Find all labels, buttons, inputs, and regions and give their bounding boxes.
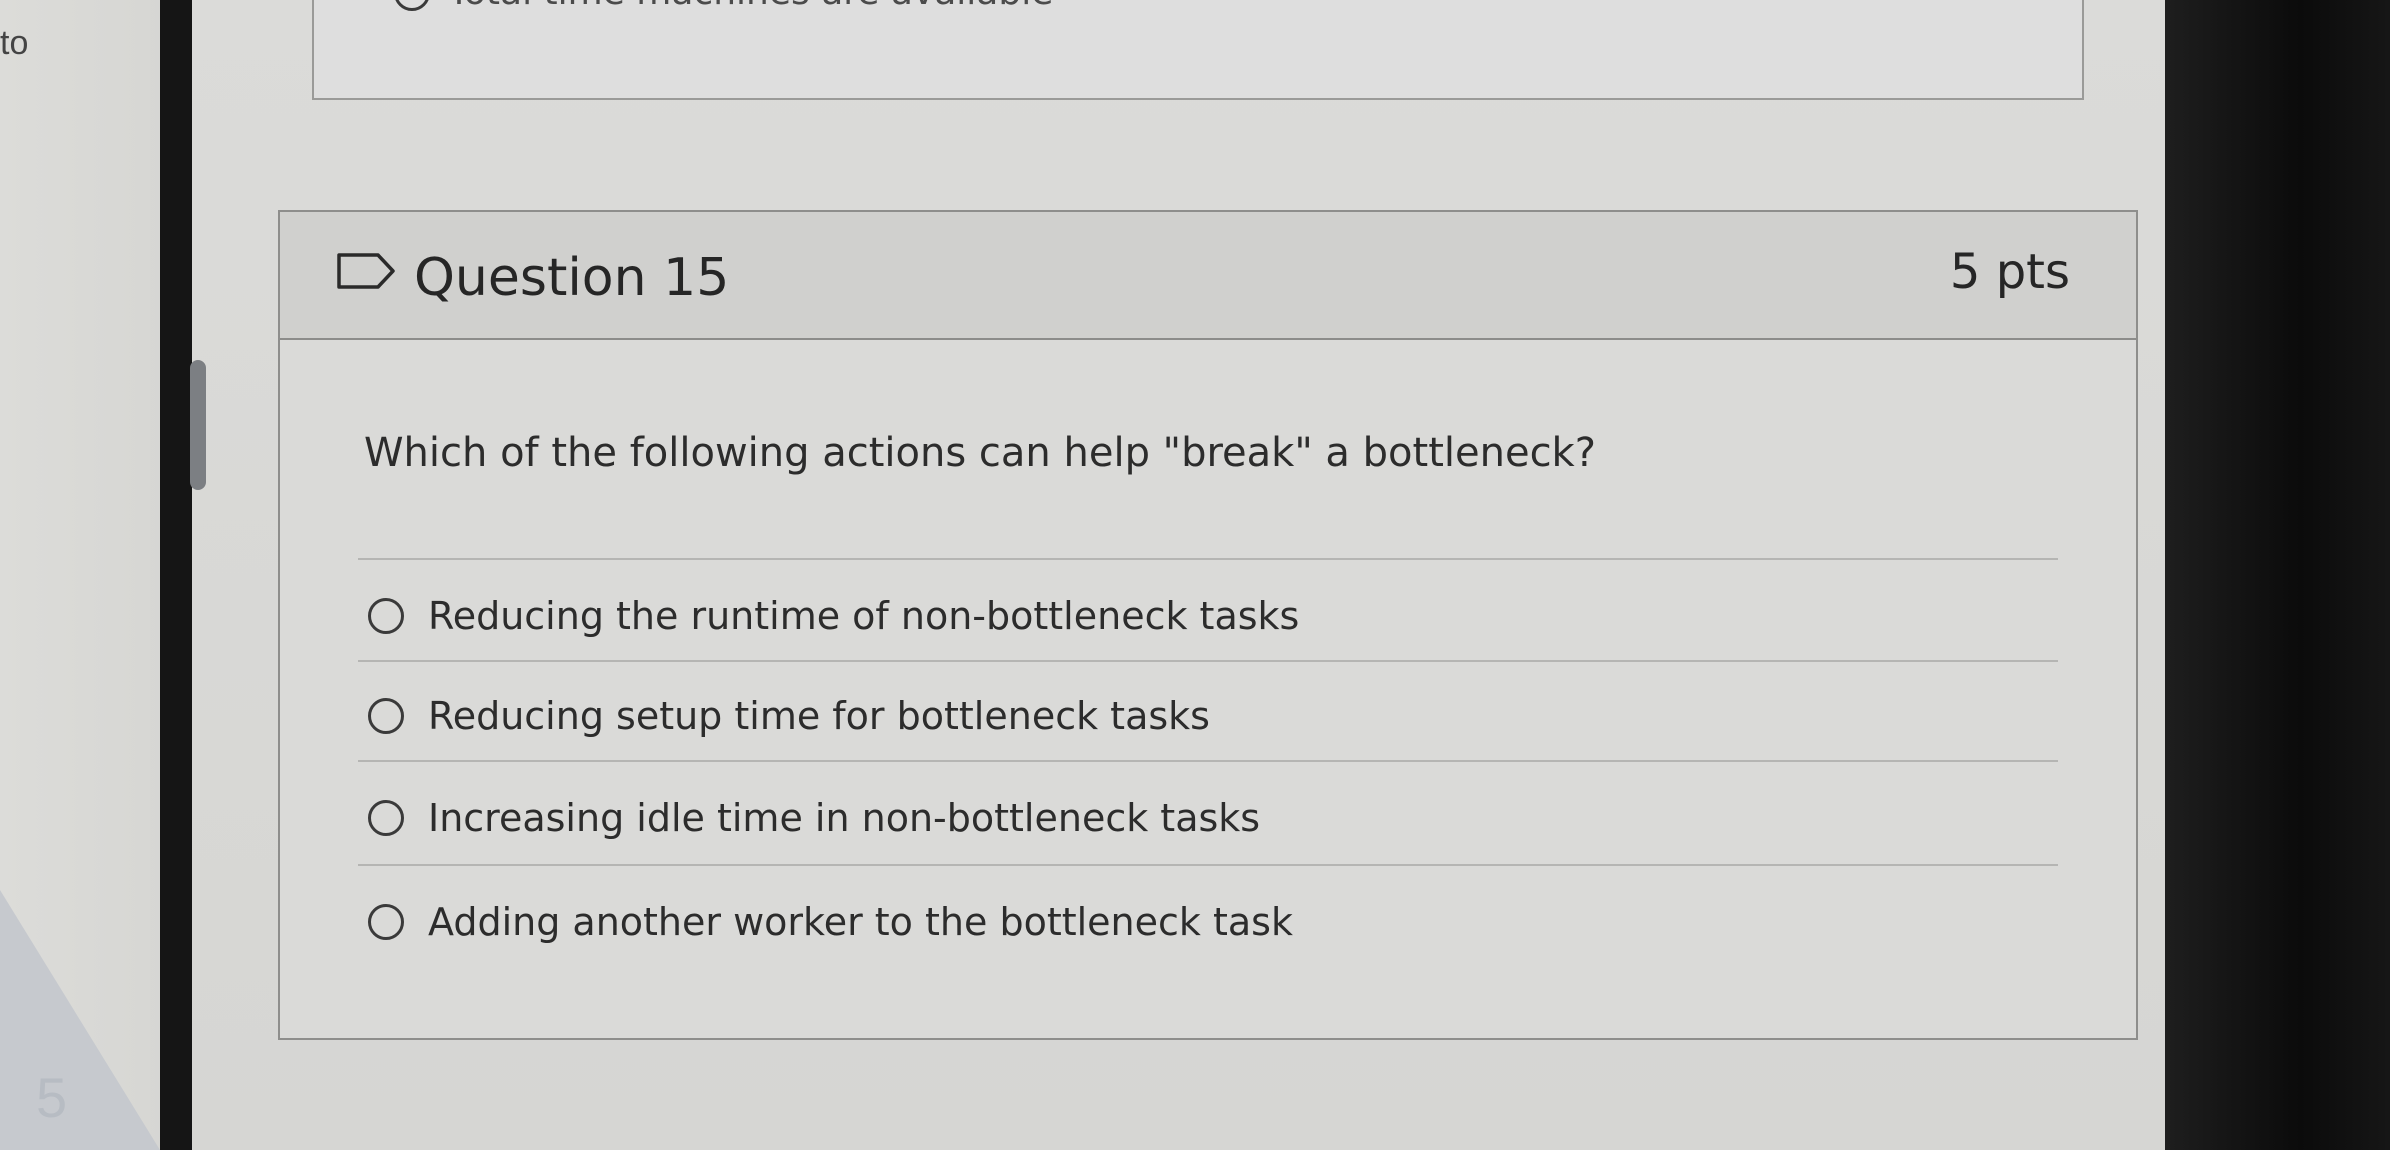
radio-button-icon[interactable]: [368, 904, 404, 940]
answer-option-4[interactable]: Adding another worker to the bottleneck …: [368, 900, 1293, 944]
answer-label: Reducing setup time for bottleneck tasks: [428, 694, 1210, 738]
radio-button-icon[interactable]: [394, 0, 430, 11]
question-prompt: Which of the following actions can help …: [364, 430, 1596, 476]
prompt-divider: [358, 558, 2058, 560]
question-card: Question 15 5 pts Which of the following…: [278, 210, 2138, 1040]
radio-button-icon[interactable]: [368, 598, 404, 634]
answer-label: Adding another worker to the bottleneck …: [428, 900, 1293, 944]
question-header: Question 15 5 pts: [280, 212, 2136, 340]
question-points: 5 pts: [1949, 244, 2070, 300]
left-shadow: [0, 890, 160, 1150]
previous-answer-label: Total time machines are available: [448, 0, 1053, 13]
answer-option-3[interactable]: Increasing idle time in non-bottleneck t…: [368, 796, 1260, 840]
screen: to 5 Total time machines are available Q…: [0, 0, 2390, 1150]
left-edge-text: to: [0, 24, 29, 62]
answer-label: Reducing the runtime of non-bottleneck t…: [428, 594, 1300, 638]
radio-button-icon[interactable]: [368, 800, 404, 836]
radio-button-icon[interactable]: [368, 698, 404, 734]
question-title: Question 15: [414, 248, 730, 308]
previous-answer-option[interactable]: Total time machines are available: [394, 0, 1053, 13]
window-divider: [160, 0, 194, 1150]
answer-option-2[interactable]: Reducing setup time for bottleneck tasks: [368, 694, 1210, 738]
right-bezel: [2165, 0, 2390, 1150]
answer-divider: [358, 660, 2058, 662]
left-edge-number: 5: [36, 1066, 68, 1129]
answer-divider: [358, 864, 2058, 866]
bookmark-flag-icon[interactable]: [336, 252, 396, 290]
answer-divider: [358, 760, 2058, 762]
answer-label: Increasing idle time in non-bottleneck t…: [428, 796, 1261, 840]
scrollbar-thumb[interactable]: [190, 360, 206, 490]
answer-option-1[interactable]: Reducing the runtime of non-bottleneck t…: [368, 594, 1299, 638]
previous-question-box: Total time machines are available: [312, 0, 2084, 100]
